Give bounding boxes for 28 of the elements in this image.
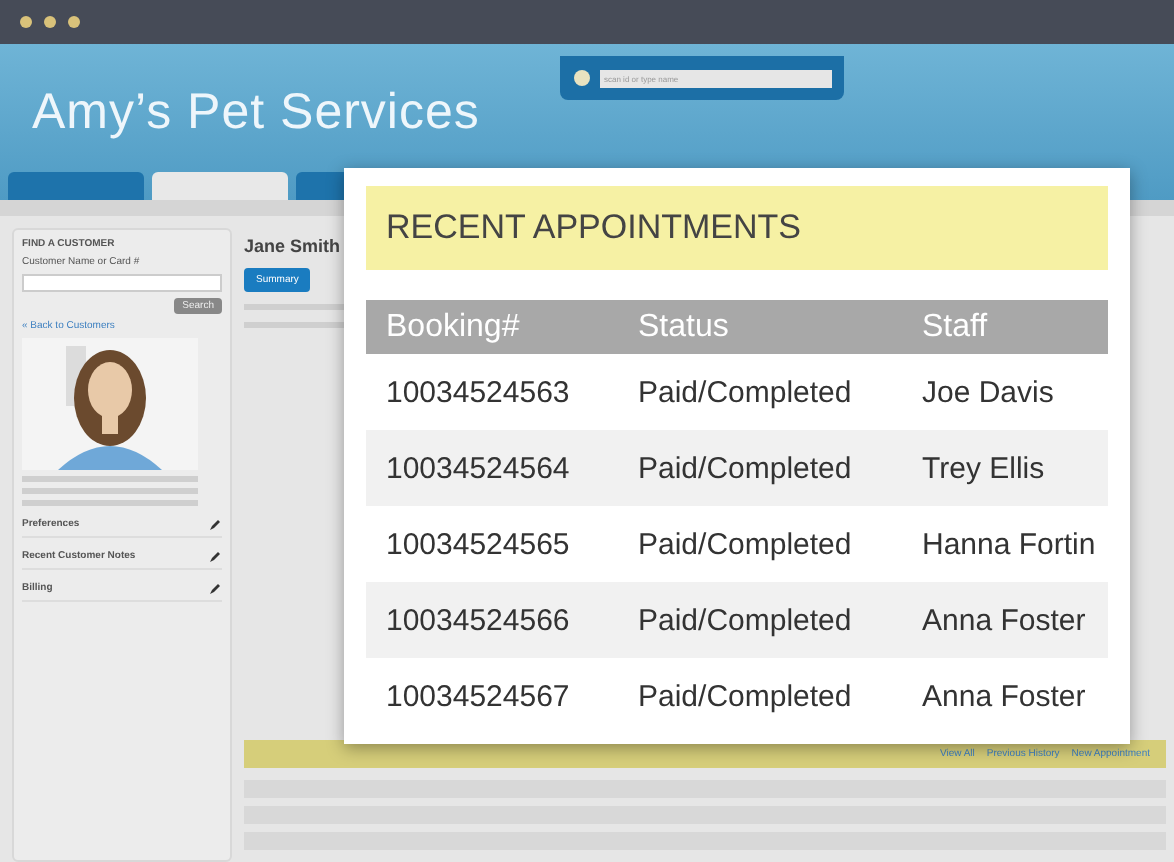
customer-name: Jane Smith (244, 236, 343, 256)
table-cell-text: 10034524566 (386, 603, 572, 637)
table-cell-text: Paid/Completed (638, 603, 854, 637)
window-dot (20, 16, 32, 28)
card-title: RECENT APPOINTMENTS (366, 186, 1108, 270)
column-header: Staff (922, 309, 990, 345)
table-cell-text: Paid/Completed (638, 679, 854, 713)
customer-search-field[interactable] (22, 274, 222, 292)
table-cell-text: 10034524563 (386, 375, 572, 409)
window-dot (44, 16, 56, 28)
table-cell-text: Anna Foster (922, 679, 1088, 713)
table-cell-text: Paid/Completed (638, 451, 854, 485)
column-header: Booking# (386, 309, 522, 345)
pencil-icon[interactable] (210, 518, 222, 530)
table-cell-text: Anna Foster (922, 603, 1088, 637)
app-title: Amy’s Pet Services (32, 84, 480, 142)
window-dot (68, 16, 80, 28)
table-cell-text: Paid/Completed (638, 375, 854, 409)
table-cell-text: Trey Ellis (922, 451, 1047, 485)
table-cell-text: Paid/Completed (638, 527, 854, 561)
table-cell-text: Joe Davis (922, 375, 1056, 409)
column-header: Status (638, 309, 731, 345)
table-cell-text: 10034524567 (386, 679, 572, 713)
pencil-icon[interactable] (210, 582, 222, 594)
table-cell-text: 10034524564 (386, 451, 572, 485)
table-cell-text: Hanna Fortin (922, 527, 1098, 561)
table-cell-text: 10034524565 (386, 527, 572, 561)
pencil-icon[interactable] (210, 550, 222, 562)
